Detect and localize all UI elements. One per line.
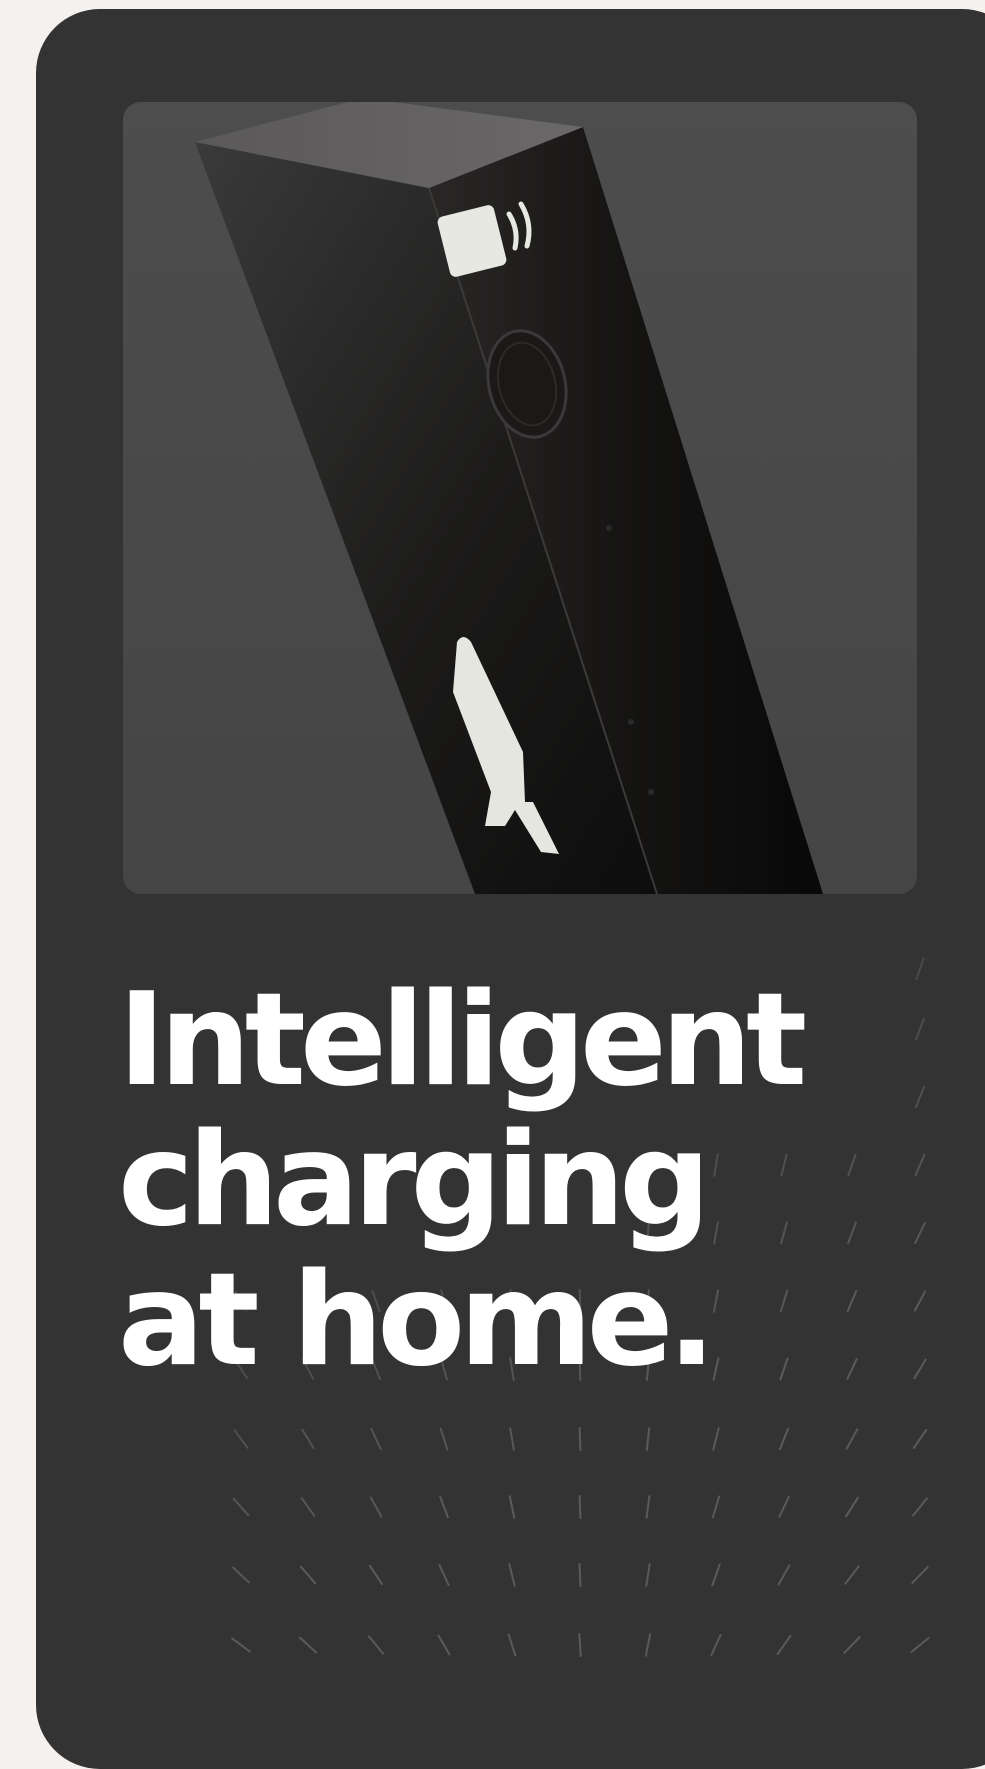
decorative-dash [299, 1565, 317, 1585]
decorative-dash [778, 1496, 790, 1518]
decorative-dash [914, 1153, 926, 1177]
decorative-dash [645, 1427, 651, 1451]
decorative-dash [645, 1563, 651, 1587]
decorative-dash [911, 1566, 929, 1584]
decorative-dash [507, 1633, 517, 1657]
hero-card: Intelligent charging at home. [36, 9, 985, 1769]
decorative-dash [298, 1636, 318, 1654]
decorative-dash [233, 1429, 249, 1449]
decorative-dash [578, 1427, 582, 1451]
decorative-dash [711, 1495, 721, 1519]
decorative-dash [644, 1633, 652, 1657]
ev-charger-image [123, 102, 917, 894]
decorative-dash [913, 1290, 927, 1312]
decorative-dash [437, 1634, 451, 1656]
decorative-dash [777, 1564, 791, 1586]
decorative-dash [913, 1358, 927, 1380]
decorative-dash [578, 1495, 582, 1519]
decorative-dash [711, 1563, 721, 1587]
decorative-dash [370, 1428, 382, 1450]
decorative-dash [439, 1495, 449, 1519]
decorative-dash [915, 1017, 925, 1041]
decorative-dash [232, 1497, 250, 1517]
decorative-dash [368, 1635, 384, 1655]
decorative-dash [912, 1497, 928, 1517]
decorative-dash [846, 1289, 858, 1313]
ev-charger-icon [123, 102, 917, 894]
decorative-dash [912, 1428, 928, 1450]
decorative-dash [843, 1636, 861, 1654]
decorative-dash [300, 1497, 316, 1517]
decorative-dash [914, 1222, 926, 1244]
decorative-dash [712, 1427, 720, 1451]
page-title: Intelligent charging at home. [118, 966, 807, 1395]
decorative-dash [508, 1563, 516, 1587]
decorative-dash [369, 1496, 383, 1518]
decorative-dash [914, 1085, 926, 1109]
decorative-dash [845, 1496, 859, 1518]
decorative-dash [846, 1358, 858, 1380]
decorative-dash [578, 1633, 582, 1657]
decorative-dash [438, 1564, 450, 1586]
decorative-dash [509, 1427, 515, 1451]
decorative-dash [301, 1428, 315, 1450]
decorative-dash [778, 1427, 790, 1451]
decorative-dash [439, 1427, 449, 1451]
decorative-dash [847, 1153, 857, 1177]
decorative-dash [845, 1428, 859, 1450]
decorative-dash [844, 1565, 860, 1585]
decorative-dash [847, 1221, 857, 1245]
decorative-dash [231, 1637, 251, 1653]
decorative-dash [910, 1637, 930, 1653]
decorative-dash [645, 1495, 651, 1519]
decorative-dash [508, 1495, 516, 1519]
decorative-dash [368, 1564, 384, 1586]
decorative-dash [776, 1635, 792, 1655]
decorative-dash [578, 1563, 582, 1587]
decorative-dash [232, 1566, 250, 1584]
decorative-dash [915, 957, 925, 981]
decorative-dash [710, 1634, 722, 1656]
